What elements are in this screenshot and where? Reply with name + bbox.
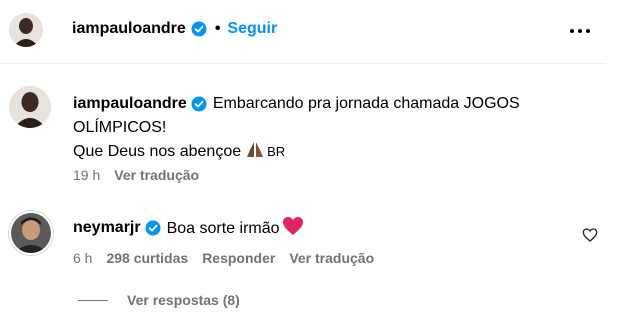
author-line: iampauloandre • Seguir — [72, 20, 277, 38]
red-heart-icon — [282, 217, 303, 235]
comment-avatar[interactable] — [9, 86, 51, 128]
comment-time[interactable]: 6 h — [73, 250, 92, 266]
view-replies-button[interactable]: Ver respostas (8) — [78, 292, 240, 308]
follow-button[interactable]: Seguir — [227, 20, 277, 38]
caption-username[interactable]: iampauloandre — [73, 92, 187, 116]
praying-hands-icon — [247, 142, 264, 157]
caption-text: iampauloandre Embarcando pra jornada cha… — [73, 92, 593, 164]
caption-line-3: Que Deus nos abençoe — [73, 143, 242, 160]
comment-body: Boa sorte irmão — [166, 220, 280, 237]
caption-author[interactable]: iampauloandre — [73, 92, 207, 116]
verified-badge-icon — [191, 21, 207, 37]
comment-text: neymarjr Boa sorte irmão — [73, 216, 553, 241]
view-replies-label[interactable]: Ver respostas (8) — [127, 292, 240, 308]
comment-author[interactable]: neymarjr — [73, 216, 161, 240]
caption-line-2: OLÍMPICOS! — [73, 119, 167, 136]
author-username[interactable]: iampauloandre — [72, 20, 186, 38]
flag-text: BR — [267, 144, 286, 159]
author-avatar[interactable] — [9, 13, 43, 47]
caption-meta: 19 h Ver tradução — [73, 167, 213, 183]
replies-divider-line — [78, 299, 108, 301]
likes-count[interactable]: 298 curtidas — [106, 250, 188, 266]
reply-button[interactable]: Responder — [202, 250, 275, 266]
caption-line-1: Embarcando pra jornada chamada JOGOS — [212, 95, 520, 112]
caption-time[interactable]: 19 h — [73, 167, 100, 183]
like-heart-icon[interactable] — [582, 227, 598, 243]
comment-avatar[interactable] — [9, 211, 53, 255]
comment-username[interactable]: neymarjr — [73, 216, 141, 240]
verified-badge-icon — [145, 220, 161, 236]
verified-badge-icon — [191, 96, 207, 112]
translate-link[interactable]: Ver tradução — [114, 167, 199, 183]
more-options-icon[interactable] — [568, 21, 592, 41]
comment-meta: 6 h 298 curtidas Responder Ver tradução — [73, 250, 388, 266]
separator-dot: • — [214, 20, 221, 37]
post-header: iampauloandre • Seguir — [0, 0, 606, 64]
translate-link[interactable]: Ver tradução — [289, 250, 374, 266]
